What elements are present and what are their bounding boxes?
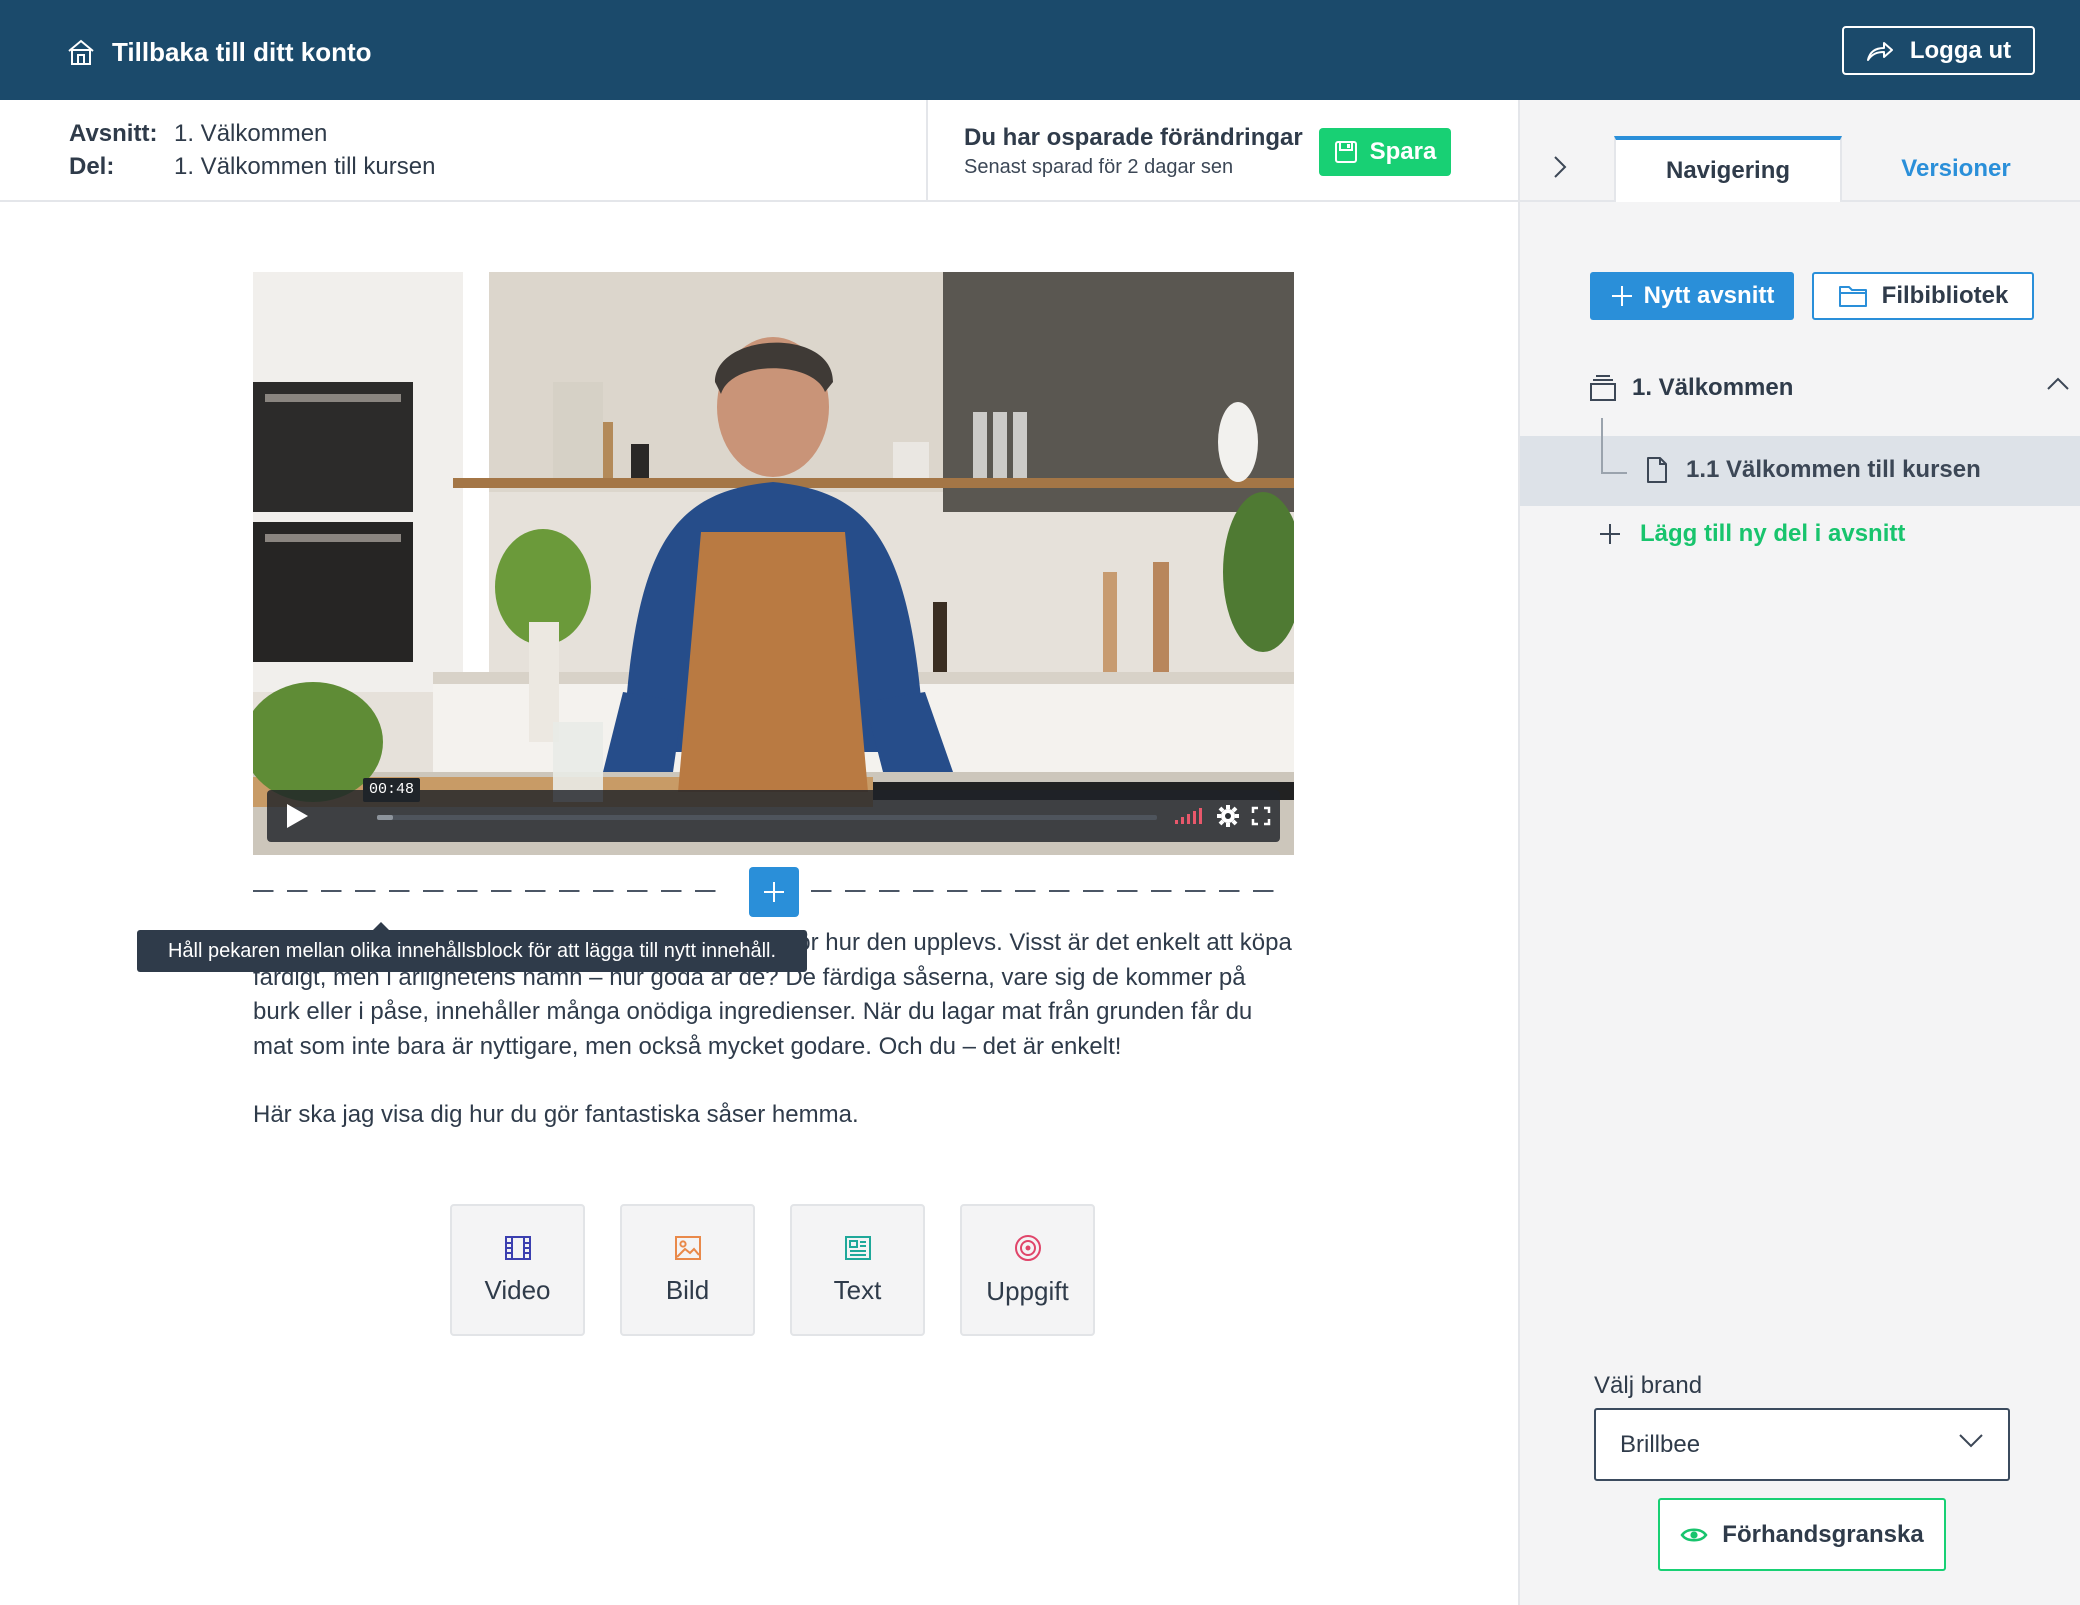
video-frame-image <box>253 272 1294 855</box>
film-icon <box>504 1235 531 1260</box>
back-link-label: Tillbaka till ditt konto <box>112 36 372 67</box>
plus-icon <box>1611 286 1632 306</box>
sidebar-tabs: Navigering Versioner <box>1520 100 2080 202</box>
text-block-icon <box>844 1235 871 1260</box>
add-text-block-label: Text <box>833 1274 882 1305</box>
part-item-content: 1.1 Välkommen till kursen <box>1646 456 1981 484</box>
top-bar: Tillbaka till ditt konto Logga ut <box>0 0 2080 100</box>
brand-select-value: Brillbee <box>1620 1430 1701 1458</box>
breadcrumb-part: Del: 1. Välkommen till kursen <box>69 153 435 181</box>
insert-divider-left <box>253 890 723 892</box>
video-controls: 00:48 <box>267 778 1280 842</box>
floppy-disk-icon <box>1334 141 1357 163</box>
section-title: 1. Välkommen <box>1632 374 1794 401</box>
tab-versioner[interactable]: Versioner <box>1842 136 2070 202</box>
preview-button[interactable]: Förhandsgranska <box>1658 1498 1946 1571</box>
volume-icon[interactable] <box>1175 808 1202 824</box>
chevron-down-icon <box>1959 1434 1983 1448</box>
chevron-up-icon[interactable] <box>2046 376 2070 392</box>
brand-select-label: Välj brand <box>1594 1372 1703 1399</box>
part-title: 1.1 Välkommen till kursen <box>1686 456 1981 483</box>
insert-tooltip: Håll pekaren mellan olika innehållsblock… <box>137 922 807 972</box>
sidebar: Navigering Versioner Nytt avsnitt Filbib… <box>1518 100 2080 1605</box>
add-part-link[interactable]: Lägg till ny del i avsnitt <box>1598 520 1905 548</box>
tab-navigering[interactable]: Navigering <box>1614 136 1842 202</box>
breadcrumb-section-value: 1. Välkommen <box>174 120 328 147</box>
add-image-block-label: Bild <box>665 1274 710 1305</box>
play-button[interactable] <box>281 800 313 832</box>
back-to-account-link[interactable]: Tillbaka till ditt konto <box>66 32 372 72</box>
breadcrumb-section-key: Avsnitt: <box>69 120 158 147</box>
document-icon <box>1647 457 1667 483</box>
breadcrumb-part-key: Del: <box>69 153 115 180</box>
unsaved-changes-title: Du har osparade förändringar <box>964 124 1303 151</box>
insert-block-button[interactable] <box>749 867 799 917</box>
image-icon <box>674 1235 701 1260</box>
add-part-label: Lägg till ny del i avsnitt <box>1640 520 1906 547</box>
new-section-label: Nytt avsnitt <box>1643 282 1775 309</box>
add-image-block-button[interactable]: Bild <box>620 1204 755 1336</box>
save-button-label: Spara <box>1369 138 1437 165</box>
tree-connector-branch <box>1601 472 1627 474</box>
fullscreen-icon[interactable] <box>1251 806 1271 826</box>
video-player[interactable]: 00:48 <box>253 272 1294 855</box>
preview-label: Förhandsgranska <box>1722 1520 1924 1548</box>
add-video-block-label: Video <box>484 1274 551 1305</box>
logout-button[interactable]: Logga ut <box>1842 26 2035 75</box>
paragraph: Här ska jag visa dig hur du gör fantasti… <box>253 1101 859 1128</box>
plus-icon <box>764 882 784 902</box>
save-button[interactable]: Spara <box>1319 128 1451 176</box>
gear-icon[interactable] <box>1217 805 1239 827</box>
stack-icon <box>1590 375 1616 401</box>
chevron-right-icon <box>1554 156 1567 178</box>
save-status-panel: Du har osparade förändringar Senast spar… <box>926 100 1518 202</box>
play-icon <box>287 804 308 828</box>
section-item[interactable]: 1. Välkommen <box>1590 368 2070 408</box>
insert-divider-right <box>811 890 1281 892</box>
add-task-block-label: Uppgift <box>986 1275 1069 1306</box>
add-video-block-button[interactable]: Video <box>450 1204 585 1336</box>
share-arrow-icon <box>1866 41 1893 61</box>
video-progress-bar[interactable] <box>377 815 1157 820</box>
video-progress-fill <box>377 815 393 820</box>
eye-icon <box>1680 1528 1708 1541</box>
last-saved-text: Senast sparad för 2 dagar sen <box>964 156 1234 178</box>
new-section-button[interactable]: Nytt avsnitt <box>1590 272 1794 320</box>
breadcrumb: Avsnitt: 1. Välkommen Del: 1. Välkommen … <box>0 100 926 202</box>
brand-select[interactable]: Brillbee <box>1594 1408 2010 1481</box>
logout-label: Logga ut <box>1909 36 2012 64</box>
file-library-button[interactable]: Filbibliotek <box>1812 272 2034 320</box>
target-icon <box>1014 1234 1041 1261</box>
part-item[interactable]: 1.1 Välkommen till kursen <box>1520 436 2080 506</box>
tree-connector <box>1601 418 1603 474</box>
breadcrumb-part-value: 1. Välkommen till kursen <box>174 153 436 180</box>
add-task-block-button[interactable]: Uppgift <box>960 1204 1095 1336</box>
add-text-block-button[interactable]: Text <box>790 1204 925 1336</box>
home-icon <box>68 39 94 65</box>
breadcrumb-section: Avsnitt: 1. Välkommen <box>69 120 327 148</box>
plus-icon <box>1600 524 1620 544</box>
video-timecode: 00:48 <box>363 778 421 802</box>
file-library-label: Filbibliotek <box>1881 282 2009 309</box>
folder-icon <box>1838 286 1867 307</box>
collapse-sidebar-button[interactable] <box>1548 152 1572 182</box>
